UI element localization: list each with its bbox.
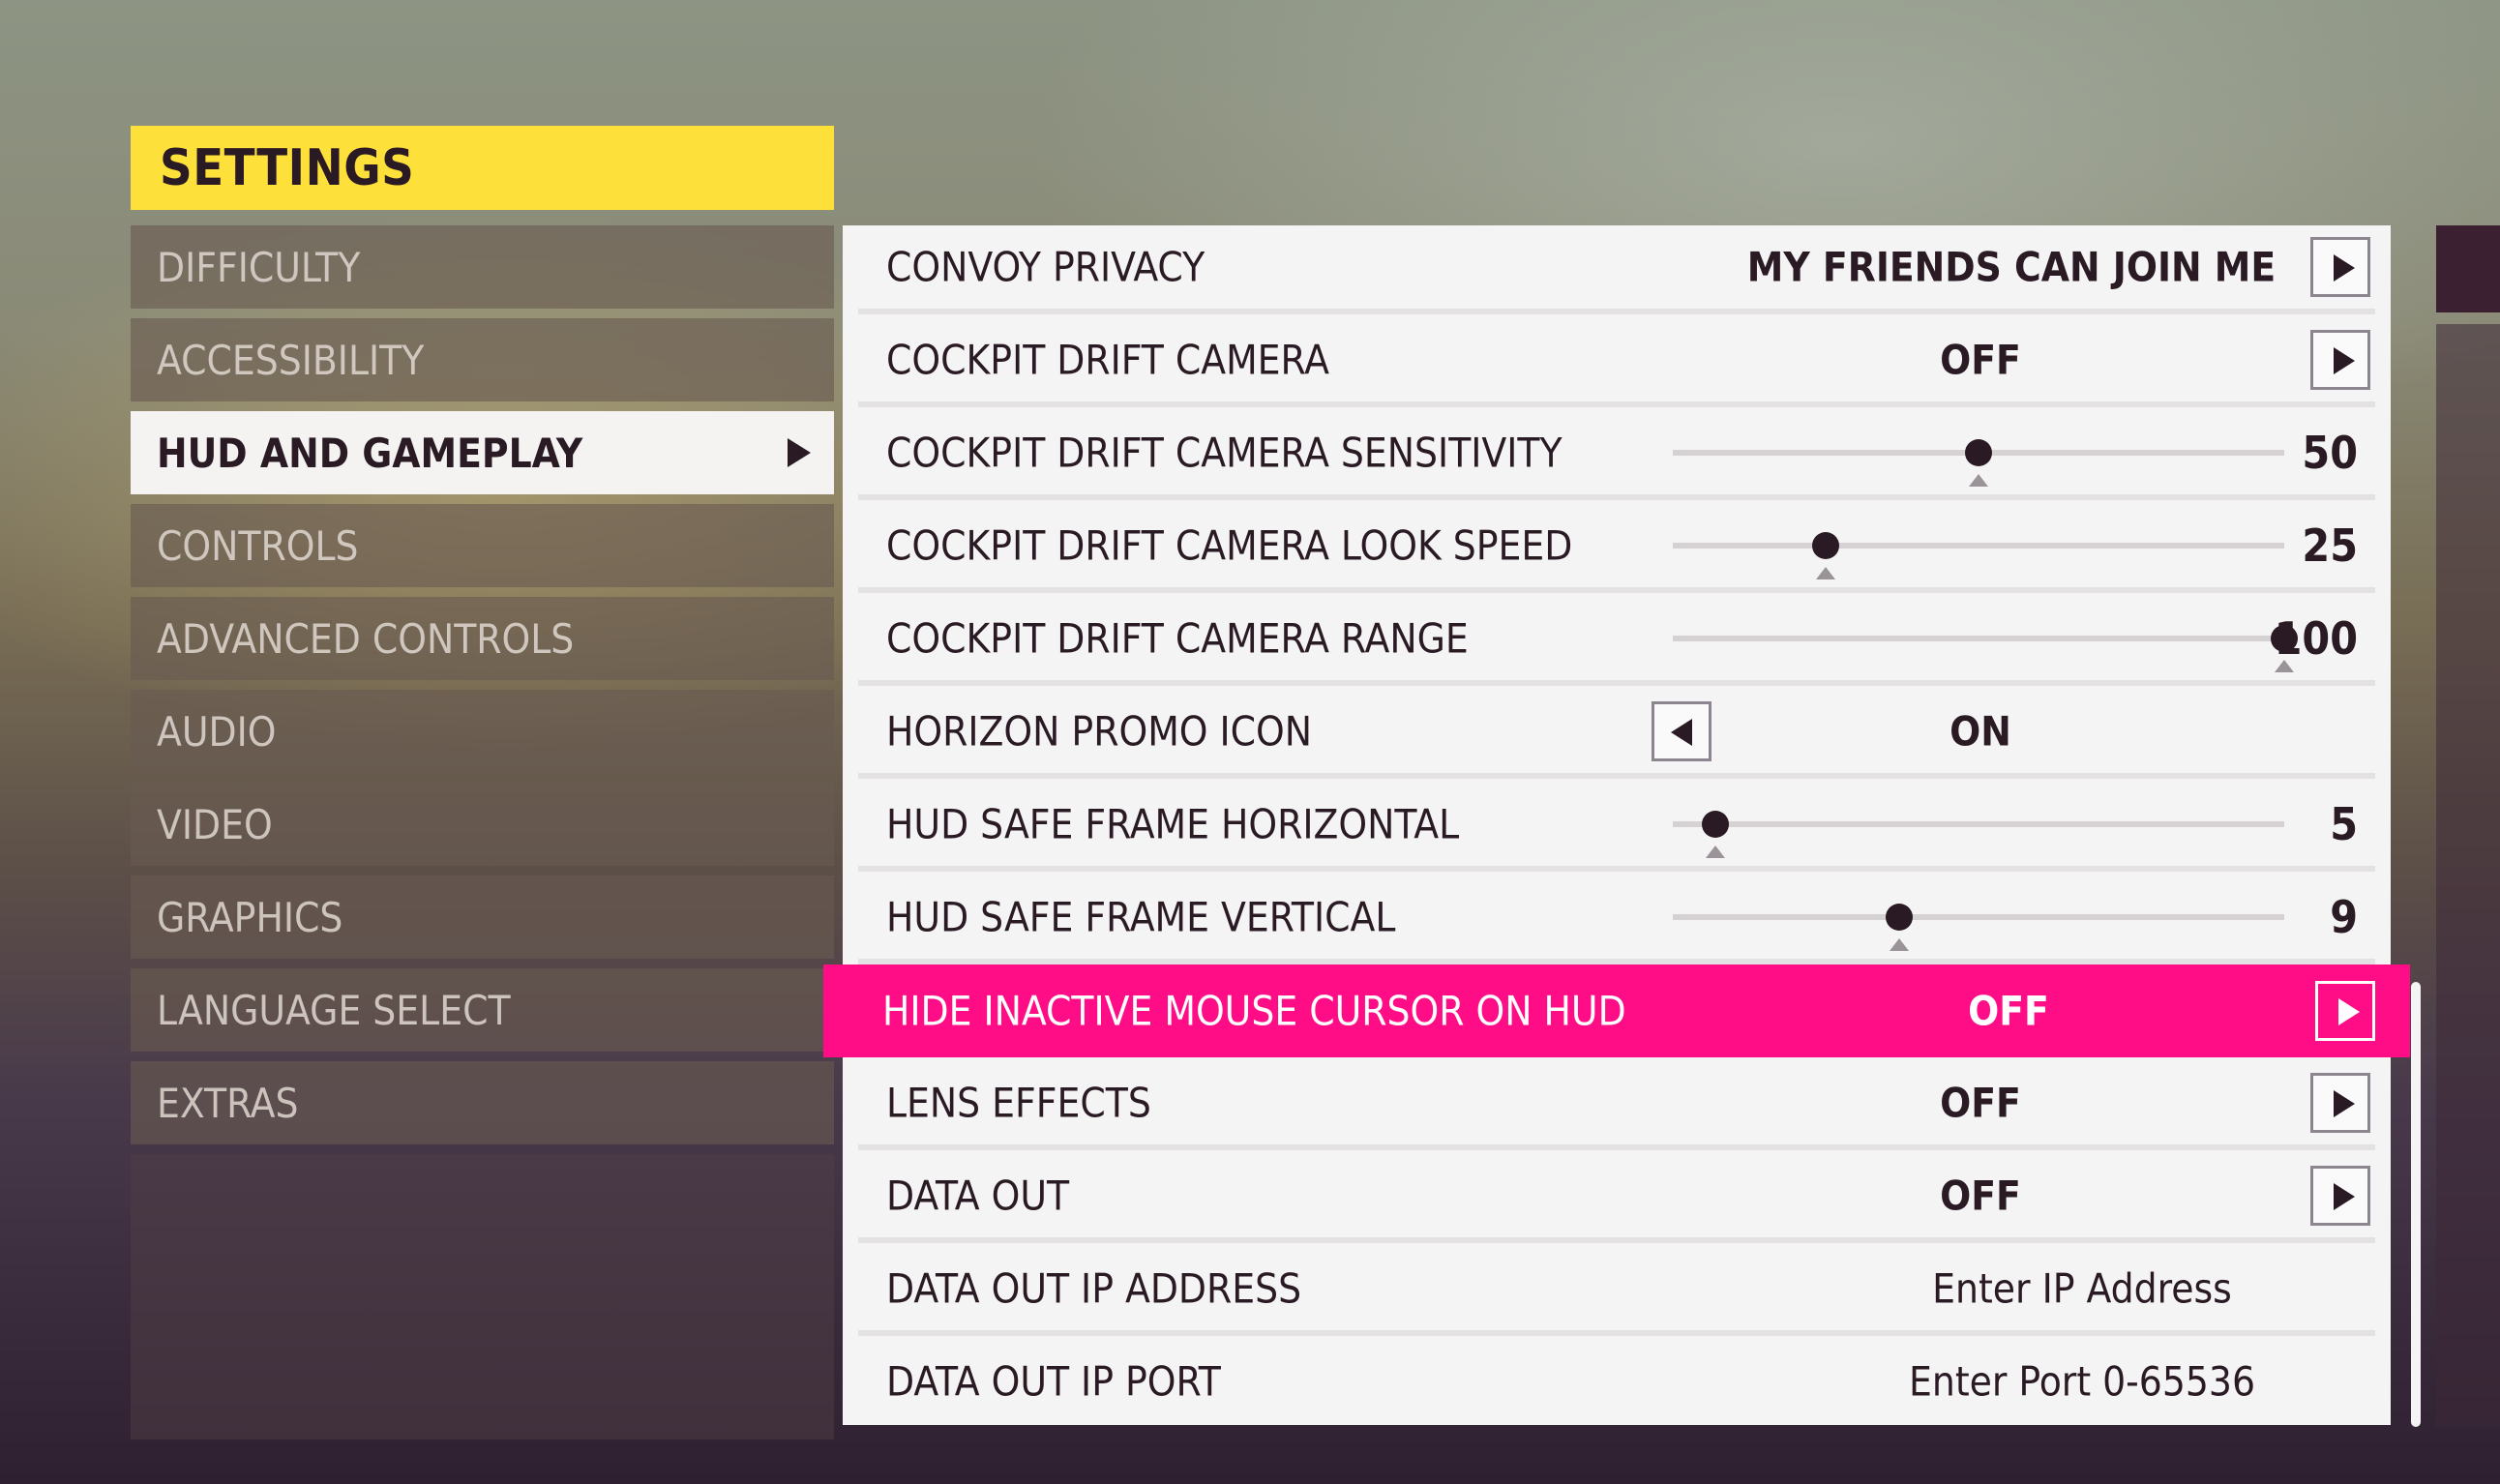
sidebar-item-graphics[interactable]: GRAPHICS	[131, 876, 834, 959]
next-option-icon[interactable]	[2310, 1073, 2370, 1133]
next-option-icon[interactable]	[2310, 237, 2370, 297]
sidebar-item-label: VIDEO	[157, 800, 273, 848]
slider-track[interactable]	[1673, 904, 2284, 951]
slider-tick-icon	[1889, 938, 1909, 951]
setting-row-data-out[interactable]: DATA OUT OFF	[858, 1154, 2375, 1243]
setting-label: COCKPIT DRIFT CAMERA	[886, 336, 1329, 384]
sidebar-item-controls[interactable]: CONTROLS	[131, 504, 834, 587]
setting-label: COCKPIT DRIFT CAMERA LOOK SPEED	[886, 521, 1573, 570]
settings-title-bar: SETTINGS	[131, 126, 834, 210]
setting-label: HIDE INACTIVE MOUSE CURSOR ON HUD	[882, 987, 1626, 1035]
setting-value: MY FRIENDS CAN JOIN ME	[1746, 243, 2277, 291]
sidebar-empty-area	[131, 1154, 834, 1439]
setting-label: CONVOY PRIVACY	[886, 243, 1205, 291]
setting-row-cockpit-drift-camera-look-speed[interactable]: COCKPIT DRIFT CAMERA LOOK SPEED 25	[858, 504, 2375, 593]
chevron-right-icon	[788, 438, 811, 467]
setting-value: OFF	[1940, 1172, 2021, 1220]
slider-track[interactable]	[1673, 811, 2284, 858]
setting-row-convoy-privacy[interactable]: CONVOY PRIVACY MY FRIENDS CAN JOIN ME	[858, 225, 2375, 314]
sidebar-item-label: CONTROLS	[157, 521, 359, 570]
sidebar-item-label: GRAPHICS	[157, 893, 343, 941]
setting-label: LENS EFFECTS	[886, 1079, 1151, 1127]
sidebar-item-label: ACCESSIBILITY	[157, 336, 425, 384]
sidebar-item-label: ADVANCED CONTROLS	[157, 614, 575, 663]
slider-track[interactable]	[1673, 532, 2284, 579]
slider-track[interactable]	[1673, 439, 2284, 487]
setting-label: HORIZON PROMO ICON	[886, 707, 1313, 756]
sidebar-item-label: DIFFICULTY	[157, 243, 361, 291]
setting-row-hide-inactive-mouse-cursor-selected[interactable]: HIDE INACTIVE MOUSE CURSOR ON HUD OFF	[823, 965, 2410, 1057]
info-panel-header	[2436, 225, 2500, 312]
setting-label: DATA OUT IP PORT	[886, 1357, 1221, 1406]
slider-value: 5	[2330, 798, 2358, 850]
setting-label: DATA OUT IP ADDRESS	[886, 1264, 1302, 1313]
slider-tick-icon	[1706, 846, 1726, 858]
sidebar-item-difficulty[interactable]: DIFFICULTY	[131, 225, 834, 309]
slider-value: 25	[2302, 519, 2358, 572]
setting-value: ON	[1949, 707, 2011, 756]
sidebar-item-extras[interactable]: EXTRAS	[131, 1061, 834, 1144]
slider-value: 9	[2330, 891, 2358, 943]
sidebar-item-label: LANGUAGE SELECT	[157, 986, 511, 1034]
slider-tick-icon	[1816, 567, 1835, 579]
page-title: SETTINGS	[160, 138, 415, 197]
sidebar-item-hud-and-gameplay[interactable]: HUD AND GAMEPLAY	[131, 411, 834, 494]
setting-row-data-out-ip-port[interactable]: DATA OUT IP PORT Enter Port 0-65536	[858, 1340, 2375, 1423]
settings-panel: CONVOY PRIVACY MY FRIENDS CAN JOIN ME CO…	[843, 225, 2391, 1425]
setting-row-lens-effects[interactable]: LENS EFFECTS OFF	[858, 1061, 2375, 1150]
setting-label: COCKPIT DRIFT CAMERA SENSITIVITY	[886, 429, 1562, 477]
sidebar-item-accessibility[interactable]: ACCESSIBILITY	[131, 318, 834, 401]
scrollbar[interactable]	[2411, 982, 2421, 1427]
sidebar-item-advanced-controls[interactable]: ADVANCED CONTROLS	[131, 597, 834, 680]
next-option-icon[interactable]	[2310, 1166, 2370, 1226]
setting-row-hud-safe-frame-horizontal[interactable]: HUD SAFE FRAME HORIZONTAL 5	[858, 783, 2375, 872]
setting-row-horizon-promo-icon[interactable]: HORIZON PROMO ICON ON	[858, 690, 2375, 779]
ip-port-input[interactable]: Enter Port 0-65536	[1724, 1358, 2440, 1406]
setting-row-data-out-ip-address[interactable]: DATA OUT IP ADDRESS Enter IP Address	[858, 1247, 2375, 1336]
setting-row-cockpit-drift-camera-range[interactable]: COCKPIT DRIFT CAMERA RANGE 100	[858, 597, 2375, 686]
settings-sidebar: DIFFICULTY ACCESSIBILITY HUD AND GAMEPLA…	[131, 225, 834, 1439]
setting-row-cockpit-drift-camera[interactable]: COCKPIT DRIFT CAMERA OFF	[858, 318, 2375, 407]
setting-label: DATA OUT	[886, 1172, 1070, 1220]
slider-knob-icon[interactable]	[1702, 811, 1730, 838]
info-panel	[2436, 324, 2500, 1427]
next-option-icon[interactable]	[2315, 981, 2375, 1041]
next-option-icon[interactable]	[2310, 330, 2370, 390]
slider-tick-icon	[1969, 474, 1988, 487]
setting-value: OFF	[1968, 987, 2049, 1035]
setting-label: HUD SAFE FRAME VERTICAL	[886, 893, 1396, 941]
sidebar-item-label: HUD AND GAMEPLAY	[157, 429, 583, 477]
sidebar-item-label: EXTRAS	[157, 1079, 299, 1127]
setting-label: COCKPIT DRIFT CAMERA RANGE	[886, 614, 1469, 663]
setting-label: HUD SAFE FRAME HORIZONTAL	[886, 800, 1460, 848]
slider-knob-icon[interactable]	[1885, 904, 1913, 931]
slider-value: 50	[2302, 427, 2358, 479]
setting-row-hud-safe-frame-vertical[interactable]: HUD SAFE FRAME VERTICAL 9	[858, 876, 2375, 965]
slider-track[interactable]	[1673, 625, 2298, 672]
sidebar-item-audio[interactable]: AUDIO	[131, 690, 834, 773]
setting-row-cockpit-drift-camera-sensitivity[interactable]: COCKPIT DRIFT CAMERA SENSITIVITY 50	[858, 411, 2375, 500]
setting-value: OFF	[1940, 1079, 2021, 1127]
slider-knob-icon[interactable]	[1812, 532, 1839, 559]
slider-knob-icon[interactable]	[1965, 439, 1992, 466]
sidebar-item-label: AUDIO	[157, 707, 277, 756]
sidebar-item-video[interactable]: VIDEO	[131, 783, 834, 866]
setting-value: OFF	[1940, 336, 2021, 384]
sidebar-item-language-select[interactable]: LANGUAGE SELECT	[131, 968, 834, 1052]
slider-value: 100	[2274, 612, 2358, 665]
ip-address-input[interactable]: Enter IP Address	[1724, 1265, 2440, 1313]
